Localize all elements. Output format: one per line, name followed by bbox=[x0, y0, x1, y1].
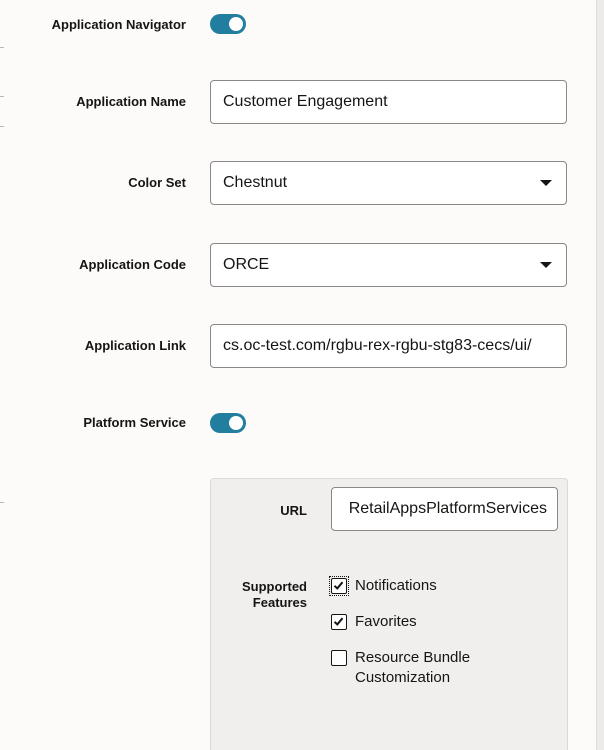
supported-features-label-line2: Features bbox=[252, 595, 307, 610]
toggle-knob bbox=[229, 416, 243, 430]
color-set-select[interactable]: Chestnut bbox=[210, 161, 567, 205]
app-link-label: Application Link bbox=[84, 338, 186, 353]
color-set-label: Color Set bbox=[128, 175, 186, 190]
app-navigator-toggle[interactable] bbox=[210, 14, 246, 34]
resource-bundle-label-line1: Resource Bundle bbox=[355, 649, 471, 666]
check-icon bbox=[333, 581, 344, 590]
platform-service-subpanel: URL RetailAppsPlatformServices Supported… bbox=[210, 478, 568, 750]
app-code-value: ORCE bbox=[223, 256, 270, 273]
supported-features-label: Supported Features bbox=[221, 579, 307, 611]
notifications-label: Notifications bbox=[355, 577, 437, 594]
url-value: RetailAppsPlatformServices bbox=[348, 500, 547, 517]
supported-features-label-line1: Supported bbox=[242, 579, 307, 594]
chevron-down-icon bbox=[540, 180, 552, 186]
resource-bundle-customization-checkbox[interactable] bbox=[331, 650, 347, 666]
scroll-edge bbox=[596, 0, 604, 750]
favorites-checkbox[interactable] bbox=[331, 614, 347, 630]
chevron-down-icon bbox=[540, 262, 552, 268]
url-label: URL bbox=[280, 503, 307, 518]
edge-tick bbox=[0, 126, 4, 127]
app-name-input[interactable]: Customer Engagement bbox=[210, 80, 567, 124]
app-name-value: Customer Engagement bbox=[223, 93, 388, 110]
edge-tick bbox=[0, 47, 4, 48]
edge-tick bbox=[0, 96, 4, 97]
app-code-label: Application Code bbox=[79, 257, 186, 272]
platform-service-toggle[interactable] bbox=[210, 413, 246, 433]
notifications-checkbox[interactable] bbox=[331, 578, 347, 594]
url-input[interactable]: RetailAppsPlatformServices bbox=[331, 487, 558, 531]
app-code-select[interactable]: ORCE bbox=[210, 243, 567, 287]
app-name-label: Application Name bbox=[76, 94, 186, 109]
app-navigator-label: Application Navigator bbox=[51, 17, 186, 32]
color-set-value: Chestnut bbox=[223, 174, 288, 191]
platform-service-label: Platform Service bbox=[83, 415, 186, 430]
app-link-input[interactable]: cs.oc-test.com/rgbu-rex-rgbu-stg83-cecs/… bbox=[210, 324, 567, 368]
favorites-label: Favorites bbox=[355, 613, 417, 630]
resource-bundle-label-line2: Customization bbox=[355, 669, 451, 686]
resource-bundle-customization-label: Resource Bundle Customization bbox=[355, 648, 470, 688]
check-icon bbox=[333, 617, 344, 626]
toggle-knob bbox=[229, 17, 243, 31]
edge-tick bbox=[0, 502, 4, 503]
app-link-value: cs.oc-test.com/rgbu-rex-rgbu-stg83-cecs/… bbox=[223, 337, 532, 354]
settings-panel: Application Navigator Application Name C… bbox=[0, 0, 596, 750]
